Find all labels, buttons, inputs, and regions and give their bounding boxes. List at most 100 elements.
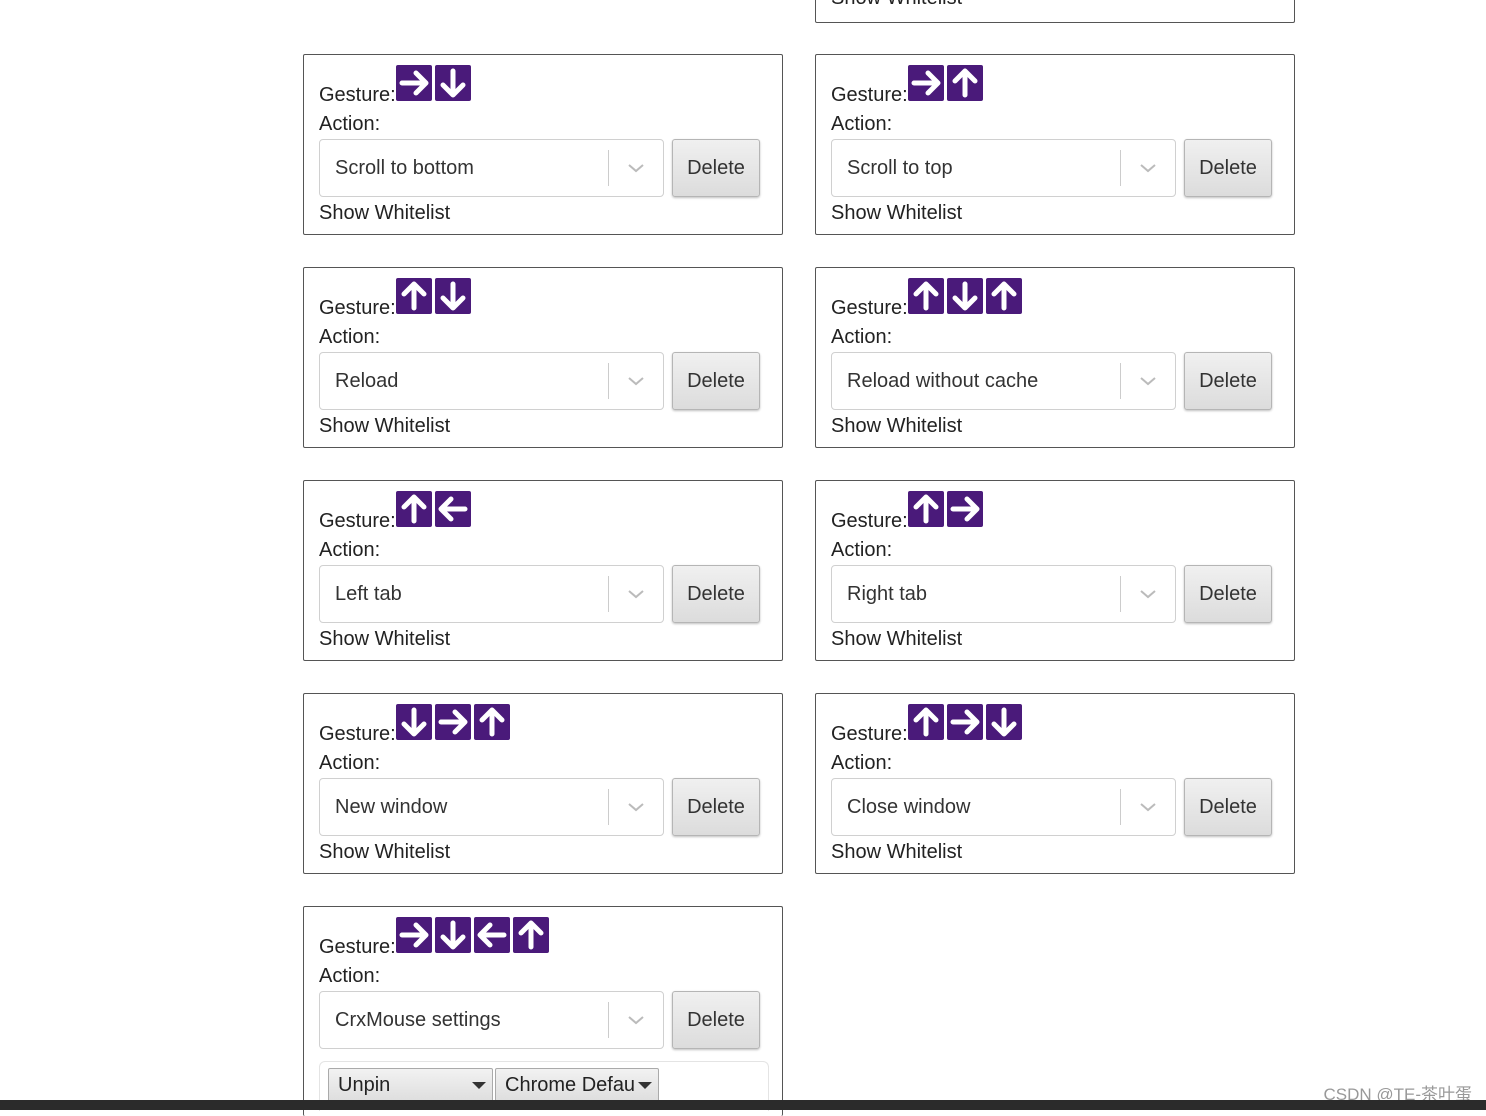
action-select[interactable]: Reload	[319, 352, 664, 410]
gesture-row: Gesture:	[319, 489, 471, 532]
action-select-value: Right tab	[847, 582, 928, 605]
action-select[interactable]: Right tab	[831, 565, 1176, 623]
chevron-down-icon[interactable]	[1121, 801, 1175, 813]
gesture-row: Gesture:	[319, 915, 549, 958]
arrow-up-icon	[512, 917, 549, 953]
show-whitelist-link[interactable]: Show Whitelist	[831, 627, 962, 651]
gesture-arrows	[907, 65, 983, 101]
action-select-value: CrxMouse settings	[335, 1008, 501, 1031]
action-label: Action:	[319, 965, 381, 987]
action-select-value: New window	[335, 795, 448, 818]
show-whitelist-link[interactable]: Show Whitelist	[831, 414, 962, 438]
arrow-up-icon	[395, 278, 432, 314]
pin-select[interactable]: Unpin	[328, 1068, 493, 1102]
delete-button[interactable]: Delete	[672, 565, 760, 623]
chevron-down-icon[interactable]	[609, 1014, 663, 1026]
show-whitelist-link[interactable]: Show Whitelist	[831, 840, 962, 864]
arrow-up-icon	[907, 491, 944, 527]
chevron-down-icon[interactable]	[609, 375, 663, 387]
show-whitelist-link[interactable]: Show Whitelist	[831, 201, 962, 225]
arrow-down-icon	[434, 65, 471, 101]
gesture-label: Gesture:	[831, 510, 908, 532]
gesture-arrows	[395, 917, 549, 953]
action-select-value: Left tab	[335, 582, 402, 605]
action-label: Action:	[319, 539, 381, 561]
action-select-value: Scroll to bottom	[335, 156, 474, 179]
action-select-value: Scroll to top	[847, 156, 953, 179]
delete-button[interactable]: Delete	[672, 352, 760, 410]
arrow-up-icon	[907, 704, 944, 740]
action-select[interactable]: Reload without cache	[831, 352, 1176, 410]
gesture-row: Gesture:	[319, 702, 510, 745]
browser-select[interactable]: Chrome Defau	[495, 1068, 659, 1102]
arrow-right-icon	[907, 65, 944, 101]
arrow-up-icon	[907, 278, 944, 314]
delete-button[interactable]: Delete	[1184, 352, 1272, 410]
delete-button[interactable]: Delete	[672, 139, 760, 197]
browser-select-value: Chrome Defau	[505, 1073, 636, 1096]
arrow-up-icon	[946, 65, 983, 101]
chevron-down-icon[interactable]	[609, 801, 663, 813]
gesture-row: Gesture:	[831, 63, 983, 106]
taskbar-edge	[0, 1100, 1486, 1110]
delete-button[interactable]: Delete	[672, 991, 760, 1049]
arrow-right-icon	[946, 491, 983, 527]
chevron-down-icon[interactable]	[1121, 588, 1175, 600]
delete-button[interactable]: Delete	[1184, 778, 1272, 836]
delete-button[interactable]: Delete	[1184, 565, 1272, 623]
gesture-row: Gesture:	[831, 489, 983, 532]
chevron-down-icon[interactable]	[1121, 162, 1175, 174]
gesture-card: Gesture: Action: Scroll to top Delete Sho…	[815, 54, 1295, 235]
action-select[interactable]: Scroll to top	[831, 139, 1176, 197]
gesture-arrows	[907, 704, 1022, 740]
gesture-arrows	[907, 278, 1022, 314]
gesture-card: Gesture: Action: Left tab Delete Show Whi…	[303, 480, 783, 661]
chevron-down-icon[interactable]	[1121, 375, 1175, 387]
action-select-value: Close window	[847, 795, 971, 818]
gesture-card: Gesture: Action: Reload Delete Show White…	[303, 267, 783, 448]
action-label: Action:	[831, 326, 893, 348]
action-select-value: Reload without cache	[847, 369, 1039, 392]
action-select[interactable]: Left tab	[319, 565, 664, 623]
show-whitelist-link[interactable]: Show Whitelist	[319, 840, 450, 864]
arrow-right-icon	[434, 704, 471, 740]
caret-down-icon	[472, 1082, 486, 1089]
gesture-arrows	[907, 491, 983, 527]
arrow-left-icon	[473, 917, 510, 953]
arrow-down-icon	[985, 704, 1022, 740]
delete-button[interactable]: Delete	[1184, 139, 1272, 197]
action-label: Action:	[319, 113, 381, 135]
gesture-label: Gesture:	[319, 297, 396, 319]
chevron-down-icon[interactable]	[609, 588, 663, 600]
action-select[interactable]: New window	[319, 778, 664, 836]
gesture-card: Gesture: Action: Close window Delete Show…	[815, 693, 1295, 874]
gesture-arrows	[395, 704, 510, 740]
arrow-right-icon	[946, 704, 983, 740]
gesture-row: Gesture:	[831, 702, 1022, 745]
action-label: Action:	[831, 539, 893, 561]
gesture-label: Gesture:	[319, 936, 396, 958]
show-whitelist-link[interactable]: Show Whitelist	[319, 627, 450, 651]
action-select[interactable]: CrxMouse settings	[319, 991, 664, 1049]
show-whitelist-link[interactable]: Show Whitelist	[319, 201, 450, 225]
show-whitelist-link[interactable]: Show Whitelist	[319, 414, 450, 438]
action-label: Action:	[831, 752, 893, 774]
caret-down-icon	[638, 1082, 652, 1089]
gesture-card: Gesture: Action: CrxMouse settings Delet…	[303, 906, 783, 1116]
gesture-arrows	[395, 65, 471, 101]
gesture-card: Gesture: Action: New window Delete Show W…	[303, 693, 783, 874]
gesture-arrows	[395, 278, 471, 314]
gesture-label: Gesture:	[831, 297, 908, 319]
gesture-row: Gesture:	[831, 276, 1022, 319]
arrow-up-icon	[985, 278, 1022, 314]
arrow-down-icon	[395, 704, 432, 740]
gesture-card: Gesture: Action: Scroll to bottom Delete…	[303, 54, 783, 235]
action-select[interactable]: Close window	[831, 778, 1176, 836]
show-whitelist-link[interactable]: Show Whitelist	[831, 0, 962, 10]
action-label: Action:	[831, 113, 893, 135]
action-label: Action:	[319, 326, 381, 348]
action-select-value: Reload	[335, 369, 399, 392]
delete-button[interactable]: Delete	[672, 778, 760, 836]
chevron-down-icon[interactable]	[609, 162, 663, 174]
action-select[interactable]: Scroll to bottom	[319, 139, 664, 197]
